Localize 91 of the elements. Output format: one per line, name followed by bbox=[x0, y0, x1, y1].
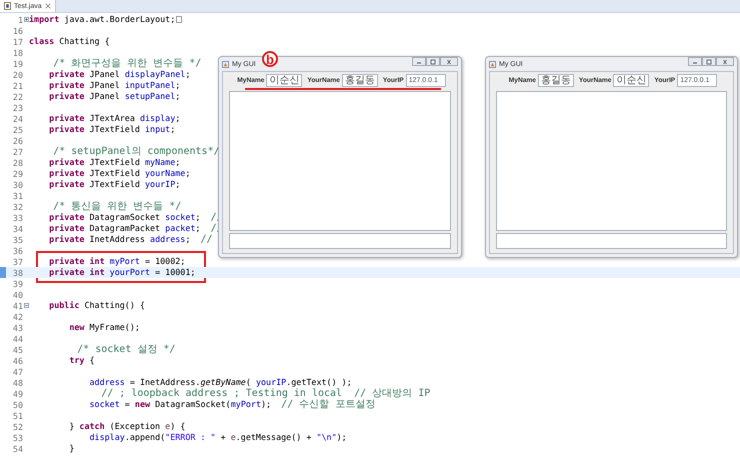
line-number: 38 bbox=[12, 268, 23, 278]
line-number: 33 bbox=[12, 212, 23, 222]
line-number: 54 bbox=[12, 444, 23, 454]
text-field[interactable]: 이순신 bbox=[613, 74, 650, 87]
line-number: 39 bbox=[12, 278, 23, 288]
code-line: private int myPort = 10002; bbox=[48, 256, 186, 267]
code-line: } catch (Exception e) { bbox=[68, 421, 186, 432]
line-number: 1 bbox=[16, 14, 23, 24]
code-line: private int yourPort = 10001; bbox=[48, 267, 196, 278]
code-line: new MyFrame(); bbox=[68, 322, 140, 333]
line-number: 30 bbox=[12, 180, 23, 190]
line-number: 36 bbox=[12, 246, 23, 256]
code-line: private JPanel inputPanel; bbox=[48, 80, 180, 91]
code-line: address = InetAddress.getByName( yourIP.getText() ); bbox=[88, 377, 352, 388]
line-number: 28 bbox=[12, 158, 23, 168]
line-number: 43 bbox=[12, 322, 23, 332]
line-number: 25 bbox=[12, 124, 23, 134]
code-line: import java.awt.BorderLayout; bbox=[29, 14, 176, 25]
line-number: 17 bbox=[12, 36, 23, 46]
chat-display-area[interactable] bbox=[229, 91, 451, 231]
maximize-button[interactable] bbox=[702, 57, 716, 66]
line-number: 40 bbox=[12, 290, 23, 300]
line-number: 26 bbox=[12, 136, 23, 146]
java-file-icon bbox=[4, 2, 11, 10]
line-number: 52 bbox=[12, 422, 23, 432]
line-number: 42 bbox=[12, 312, 23, 322]
code-line: try { bbox=[68, 355, 95, 366]
text-field[interactable]: 이순신 bbox=[266, 74, 302, 87]
app-icon bbox=[222, 60, 229, 68]
line-number: 53 bbox=[12, 432, 23, 442]
expand-icon[interactable] bbox=[24, 17, 29, 22]
line-number: 16 bbox=[12, 26, 23, 36]
code-line: private JTextField input; bbox=[48, 124, 176, 135]
maximize-icon bbox=[429, 58, 437, 64]
line-number: 31 bbox=[12, 190, 23, 200]
close-button[interactable] bbox=[440, 57, 458, 66]
maximize-button[interactable] bbox=[426, 57, 440, 66]
minimize-button[interactable] bbox=[688, 57, 702, 66]
line-number: 20 bbox=[12, 70, 23, 80]
code-line: private JPanel setupPanel; bbox=[48, 91, 180, 102]
code-line: } bbox=[68, 443, 74, 454]
line-number: 48 bbox=[12, 378, 23, 388]
line-number: 34 bbox=[12, 224, 23, 234]
line-number: 22 bbox=[12, 92, 23, 102]
line-number: 21 bbox=[12, 80, 23, 90]
maximize-icon bbox=[705, 58, 713, 64]
code-line: private JPanel displayPanel; bbox=[48, 69, 190, 80]
close-icon bbox=[445, 58, 453, 64]
code-line: class Chatting { bbox=[29, 36, 110, 47]
message-input-field[interactable] bbox=[496, 233, 727, 249]
code-line: /* 화면구성을 위한 변수들 */ bbox=[52, 58, 202, 69]
line-number: 37 bbox=[12, 256, 23, 266]
code-line: /* 통신을 위한 변수들 */ bbox=[52, 201, 182, 212]
code-line: private JTextField yourIP; bbox=[48, 179, 180, 190]
line-number: 46 bbox=[12, 356, 23, 366]
text-field[interactable]: 홍길동 bbox=[538, 74, 574, 87]
message-input-field[interactable] bbox=[229, 233, 451, 249]
line-number: 47 bbox=[12, 366, 23, 376]
line-number: 44 bbox=[12, 334, 23, 344]
line-number: 23 bbox=[12, 102, 23, 112]
code-line: private InetAddress address; // bbox=[48, 234, 213, 245]
line-number: 19 bbox=[12, 58, 23, 68]
line-number: 24 bbox=[12, 114, 23, 124]
code-line: /* setupPanel의 components*/ bbox=[52, 146, 220, 157]
line-number: 50 bbox=[12, 400, 23, 410]
code-line: // ; loopback address ; Testing in local // 상대방의 IP bbox=[100, 388, 430, 399]
line-number: 29 bbox=[12, 168, 23, 178]
code-line: private JTextField yourName; bbox=[48, 168, 190, 179]
code-line: /* socket 설정 */ bbox=[76, 344, 176, 355]
code-line: private JTextArea display; bbox=[48, 113, 180, 124]
line-number: 35 bbox=[12, 234, 23, 244]
line-number: 51 bbox=[12, 410, 23, 420]
code-line: display.append("ERROR : " + e.getMessage() + "\n"); bbox=[88, 432, 347, 443]
line-number: 45 bbox=[12, 344, 23, 354]
code-line: public Chatting() { bbox=[48, 300, 145, 311]
line-number: 41 bbox=[12, 300, 23, 310]
close-icon[interactable] bbox=[44, 3, 51, 9]
code-line: socket = new DatagramSocket(myPort); // 수신할 포트설정 bbox=[88, 399, 376, 410]
collapse-icon[interactable] bbox=[24, 303, 29, 308]
line-number: 27 bbox=[12, 146, 23, 156]
app-icon bbox=[489, 60, 496, 68]
line-number: 32 bbox=[12, 202, 23, 212]
code-line: private JTextField myName; bbox=[48, 157, 180, 168]
chat-display-area[interactable] bbox=[496, 91, 727, 231]
annotation-badge: b bbox=[262, 51, 278, 67]
minimize-button[interactable] bbox=[412, 57, 426, 66]
line-number: 49 bbox=[12, 388, 23, 398]
line-number: 18 bbox=[12, 48, 23, 58]
close-icon bbox=[721, 58, 729, 64]
close-button[interactable] bbox=[716, 57, 734, 66]
text-field[interactable]: 홍길동 bbox=[342, 74, 378, 87]
